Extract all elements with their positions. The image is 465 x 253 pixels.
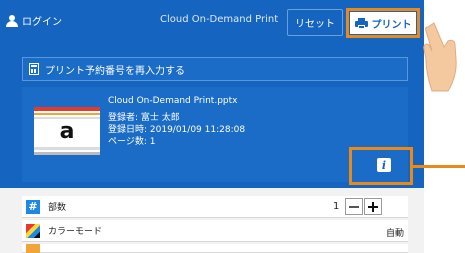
color-mode-value: 自動 [385,229,404,239]
next-setting-row[interactable] [22,243,408,253]
tapping-hand-icon [423,19,457,92]
callout-line [413,165,465,168]
reenter-label: プリント予約番号を再入力する [45,65,185,77]
next-setting-icon [26,243,40,253]
print-button[interactable]: プリント [350,12,416,34]
color-mode-icon [26,223,40,238]
copies-label: 部数 [48,203,67,213]
copies-hash-icon: # [26,199,40,214]
print-label: プリント [371,19,412,31]
info-icon[interactable]: i [377,158,391,172]
document-registrant: 登録者: 富士 太郎 [108,113,180,123]
thumbnail-letter: a [59,119,75,144]
user-icon [6,14,18,27]
color-mode-label: カラーモード [48,227,103,237]
login-button[interactable]: ログイン [6,13,62,28]
printer-icon [354,17,368,29]
document-thumbnail: a [34,107,100,155]
reset-button[interactable]: リセット [287,9,343,36]
document-file-name: Cloud On-Demand Print.pptx [108,96,238,106]
document-pages: ページ数: 1 [108,137,156,147]
decrease-copies-button[interactable] [345,198,363,215]
document-registered-at: 登録日時: 2019/01/09 11:28:08 [108,125,246,135]
document-info: Cloud On-Demand Print.pptx 登録者: 富士 太郎 登録… [108,95,245,148]
login-label: ログイン [22,17,62,28]
increase-copies-button[interactable] [364,198,382,215]
app-title: Cloud On-Demand Print [160,14,279,25]
copies-value: 1 [333,201,340,212]
reenter-print-number-button[interactable]: プリント予約番号を再入力する [22,57,408,81]
thumbnail-footer-stripes [34,147,100,155]
color-mode-row[interactable]: カラーモード 自動 [22,220,408,242]
copies-row: # 部数 1 [22,196,408,218]
calculator-icon [29,63,39,75]
